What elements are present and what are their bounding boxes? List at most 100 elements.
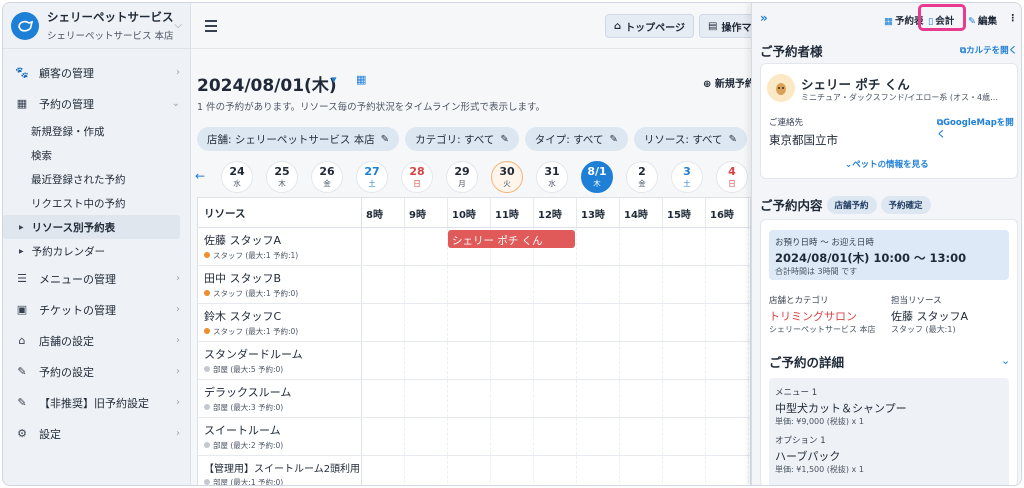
time-slot[interactable] xyxy=(534,418,577,455)
time-slot[interactable] xyxy=(620,266,663,303)
filter-category[interactable]: カテゴリ: すべて ✎ xyxy=(405,127,519,151)
filter-resource[interactable]: リソース: すべて ✎ xyxy=(633,127,747,151)
day-button[interactable]: 25 木 xyxy=(266,161,298,193)
time-slot[interactable] xyxy=(706,342,749,379)
filter-type[interactable]: タイプ: すべて ✎ xyxy=(524,127,628,151)
time-slot[interactable] xyxy=(663,228,706,265)
time-slot[interactable] xyxy=(663,456,706,485)
time-slot[interactable] xyxy=(491,418,534,455)
time-slot[interactable] xyxy=(577,266,620,303)
time-slot[interactable] xyxy=(362,456,405,485)
time-slot[interactable] xyxy=(577,418,620,455)
day-button[interactable]: 3土 xyxy=(671,161,703,193)
sidebar-subitem-calendar[interactable]: ▶ 予約カレンダー xyxy=(3,239,190,263)
time-slot[interactable] xyxy=(448,380,491,417)
resource-cell[interactable]: デラックスルーム 部屋 (最大:3 予約:0) xyxy=(198,380,362,417)
time-slot[interactable] xyxy=(534,342,577,379)
time-slot[interactable] xyxy=(620,304,663,341)
google-map-link[interactable]: ⧉GoogleMapを開く xyxy=(937,116,1017,140)
resource-cell[interactable]: 佐藤 スタッフA スタッフ (最大:1 予約:1) xyxy=(198,228,362,265)
resource-cell[interactable]: スイートルーム 部屋 (最大:2 予約:0) xyxy=(198,418,362,455)
time-slot[interactable] xyxy=(362,228,405,265)
time-slot[interactable] xyxy=(405,456,448,485)
time-slot[interactable] xyxy=(663,380,706,417)
sidebar-subitem-search[interactable]: 検索 xyxy=(3,143,190,167)
sidebar-subitem-requests[interactable]: リクエスト中の予約 xyxy=(3,191,190,215)
resource-cell[interactable]: 【管理用】スイートルーム2頭利用 部屋 (最大:1 予約:0) xyxy=(198,456,362,485)
time-slot[interactable] xyxy=(405,304,448,341)
sidebar-item-legacy-settings[interactable]: ✎ 【非推奨】旧予約設定 › xyxy=(3,387,190,418)
time-slot[interactable] xyxy=(577,304,620,341)
time-slot[interactable] xyxy=(405,266,448,303)
time-slot[interactable] xyxy=(706,228,749,265)
booking-block[interactable]: シェリー ポチ くん xyxy=(448,230,575,248)
category-link[interactable]: トリミングサロン xyxy=(769,308,857,324)
time-slot[interactable] xyxy=(577,228,620,265)
sidebar-subitem-recent[interactable]: 最近登録された予約 xyxy=(3,167,190,191)
time-slot[interactable] xyxy=(577,456,620,485)
time-slot[interactable] xyxy=(620,342,663,379)
time-slot[interactable] xyxy=(491,304,534,341)
time-slot[interactable] xyxy=(663,304,706,341)
menu-icon[interactable] xyxy=(205,20,217,35)
collapse-panel-icon[interactable]: » xyxy=(760,11,768,25)
time-slot[interactable] xyxy=(534,380,577,417)
chevron-down-icon[interactable]: ⌄ xyxy=(1001,354,1010,367)
sidebar-item-menus[interactable]: ☰ メニューの管理 › xyxy=(3,263,190,294)
caret-down-icon[interactable]: ▾ xyxy=(331,73,337,86)
time-slot[interactable] xyxy=(620,418,663,455)
time-slot[interactable] xyxy=(405,228,448,265)
resource-cell[interactable]: 田中 スタッフB スタッフ (最大:1 予約:0) xyxy=(198,266,362,303)
day-button[interactable]: 4日 xyxy=(716,161,748,193)
time-slot[interactable] xyxy=(448,342,491,379)
time-slot[interactable] xyxy=(534,456,577,485)
time-slot[interactable] xyxy=(491,266,534,303)
sidebar-subitem-resource-table[interactable]: ▶ リソース別予約表 xyxy=(3,215,180,239)
filter-store[interactable]: 店舗: シェリーペットサービス 本店 ✎ xyxy=(197,127,400,151)
sidebar-item-reservations[interactable]: ▦ 予約の管理 ⌄ xyxy=(3,88,190,119)
time-slot[interactable] xyxy=(362,266,405,303)
top-page-button[interactable]: ⌂ トップページ xyxy=(605,14,694,38)
store-switcher[interactable]: シェリーペットサービス シェリーペットサービス 本店 ⌵ xyxy=(3,3,190,49)
open-karte-link[interactable]: ⧉カルテを開く xyxy=(960,44,1017,56)
time-slot[interactable] xyxy=(362,418,405,455)
arrow-left-icon[interactable]: ← xyxy=(195,169,205,183)
time-slot[interactable] xyxy=(448,418,491,455)
day-button[interactable]: 2金 xyxy=(626,161,658,193)
time-slot[interactable] xyxy=(491,456,534,485)
time-slot[interactable] xyxy=(663,418,706,455)
resource-cell[interactable]: スタンダードルーム 部屋 (最大:5 予約:0) xyxy=(198,342,362,379)
time-slot[interactable] xyxy=(362,304,405,341)
day-button[interactable]: 8/1 木 xyxy=(581,161,613,193)
day-button[interactable]: 31 水 xyxy=(536,161,568,193)
time-slot[interactable] xyxy=(448,304,491,341)
time-slot[interactable] xyxy=(534,304,577,341)
time-slot[interactable] xyxy=(405,342,448,379)
time-slot[interactable] xyxy=(706,304,749,341)
pet-info-link[interactable]: ⌄ペットの情報を見る xyxy=(845,158,929,170)
time-slot[interactable] xyxy=(620,228,663,265)
resource-cell[interactable]: 鈴木 スタッフC スタッフ (最大:1 予約:0) xyxy=(198,304,362,341)
day-button[interactable]: 24 水 xyxy=(221,161,253,193)
day-button[interactable]: 28 日 xyxy=(401,161,433,193)
calendar-icon[interactable]: ▦ xyxy=(356,73,366,86)
sidebar-item-customers[interactable]: 🐾 顧客の管理 › xyxy=(3,57,190,88)
time-slot[interactable] xyxy=(706,456,749,485)
pet-name[interactable]: シェリー ポチ くん xyxy=(801,74,910,93)
sidebar-subitem-new[interactable]: 新規登録・作成 xyxy=(3,119,190,143)
day-button[interactable]: 29 月 xyxy=(446,161,478,193)
time-slot[interactable] xyxy=(448,266,491,303)
sidebar-item-store-settings[interactable]: ⌂ 店舗の設定 › xyxy=(3,325,190,356)
sidebar-item-tickets[interactable]: ▣ チケットの管理 › xyxy=(3,294,190,325)
time-slot[interactable] xyxy=(706,418,749,455)
time-slot[interactable] xyxy=(577,342,620,379)
time-slot[interactable] xyxy=(706,380,749,417)
time-slot[interactable] xyxy=(620,380,663,417)
time-slot[interactable] xyxy=(663,342,706,379)
sidebar-item-settings[interactable]: ⚙ 設定 › xyxy=(3,418,190,449)
time-slot[interactable] xyxy=(577,380,620,417)
time-slot[interactable] xyxy=(405,380,448,417)
time-slot[interactable] xyxy=(706,266,749,303)
time-slot[interactable] xyxy=(663,266,706,303)
time-slot[interactable] xyxy=(620,456,663,485)
